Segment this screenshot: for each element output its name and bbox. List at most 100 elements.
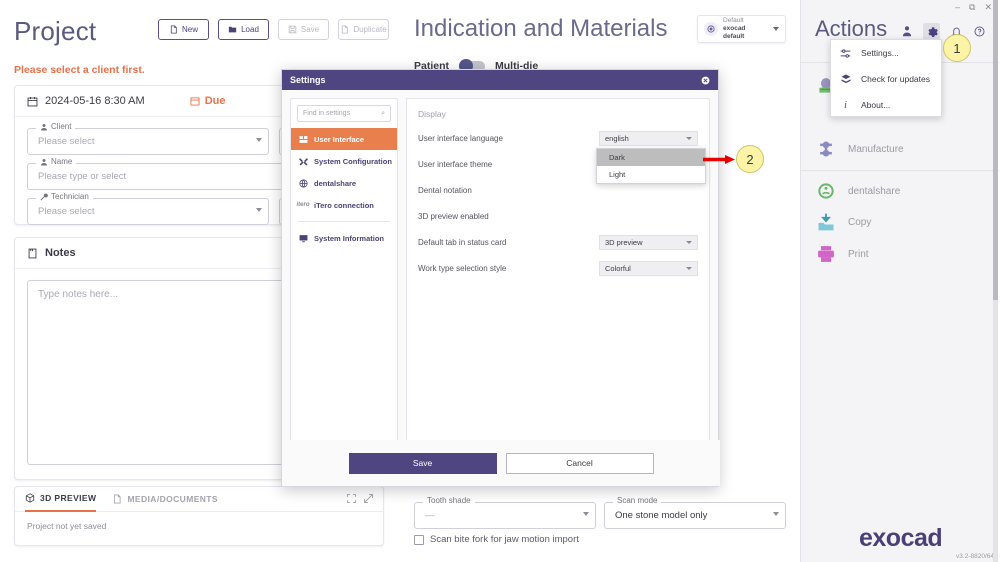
cube-icon xyxy=(25,493,35,503)
settings-nav-divider xyxy=(298,221,390,222)
scan-bite-fork-row[interactable]: Scan bite fork for jaw motion import xyxy=(414,534,579,545)
right-scrollbar[interactable] xyxy=(993,0,998,562)
search-icon: ⌕ xyxy=(381,109,385,117)
annotation-marker-1: 1 xyxy=(943,34,971,62)
settings-search-input[interactable]: Find in settings ⌕ xyxy=(297,105,391,122)
theme-option-light[interactable]: Light xyxy=(597,166,705,183)
preview-card: 3D PREVIEW MEDIA/DOCUMENTS Project not y… xyxy=(14,486,384,546)
settings-nav-user-interface[interactable]: User Interface xyxy=(291,128,397,150)
monitor-icon xyxy=(298,233,308,243)
client-field[interactable]: Client Please select xyxy=(27,122,269,155)
settings-nav-itero-connection[interactable]: itero iTero connection xyxy=(291,194,397,216)
page-title: Project xyxy=(14,16,97,46)
close-icon[interactable]: ✕ xyxy=(984,2,992,13)
default-tab-select-value: 3D preview xyxy=(605,237,643,247)
action-item-label: dentalshare xyxy=(848,185,901,197)
settings-row-label: Work type selection style xyxy=(418,263,507,273)
scan-bite-fork-checkbox[interactable] xyxy=(414,534,424,545)
settings-save-button[interactable]: Save xyxy=(348,452,497,474)
settings-nav-system-configuration[interactable]: System Configuration xyxy=(291,150,397,172)
annotation-arrow xyxy=(703,155,735,164)
menu-item-label: Settings... xyxy=(861,48,899,58)
fit-icon xyxy=(347,494,356,503)
version-label: v3.2-8820/64 xyxy=(956,553,994,560)
settings-nav-label: dentalshare xyxy=(314,178,357,188)
ui-icon xyxy=(298,134,308,144)
settings-section-title: Display xyxy=(418,109,446,119)
close-icon[interactable] xyxy=(700,75,710,85)
action-item-manufacture[interactable]: Manufacture xyxy=(815,138,904,160)
wrench-icon xyxy=(40,192,48,200)
menu-item-check-updates[interactable]: Check for updates xyxy=(831,66,941,92)
minimize-icon[interactable]: – xyxy=(955,2,960,13)
theme-option-dark[interactable]: Dark xyxy=(597,149,705,166)
default-tab-select[interactable]: 3D preview xyxy=(599,234,698,250)
settings-nav-system-information[interactable]: System Information xyxy=(291,227,397,249)
action-item-label: Copy xyxy=(848,216,872,228)
calendar-icon xyxy=(27,96,38,106)
app-window: Project New Load Save Duplicate Please s… xyxy=(0,0,1000,562)
duplicate-button[interactable]: Duplicate xyxy=(338,19,389,40)
work-type-style-select[interactable]: Colorful xyxy=(599,260,698,276)
chevron-down-icon[interactable] xyxy=(583,512,589,516)
gear-icon[interactable] xyxy=(923,22,941,40)
default-preset-selector[interactable]: Default exocad default xyxy=(697,15,786,43)
tab-3d-preview[interactable]: 3D PREVIEW xyxy=(25,487,97,512)
restore-icon[interactable]: ⧉ xyxy=(969,2,975,13)
action-item-dentalshare[interactable]: dentalshare xyxy=(815,180,900,202)
settings-nav: Find in settings ⌕ User Interface System… xyxy=(290,98,398,454)
settings-dialog-body: Find in settings ⌕ User Interface System… xyxy=(282,90,718,462)
new-button[interactable]: New xyxy=(158,19,209,40)
chevron-down-icon[interactable] xyxy=(773,27,779,31)
settings-row-label: User interface language xyxy=(418,133,503,143)
settings-dialog-title: Settings xyxy=(290,75,326,85)
action-item-print[interactable]: Print xyxy=(815,243,869,265)
notes-icon xyxy=(28,248,37,258)
settings-search-placeholder: Find in settings xyxy=(303,110,351,117)
chevron-down-icon xyxy=(686,240,692,244)
settings-nav-label: System Configuration xyxy=(314,156,392,166)
chevron-down-icon xyxy=(686,136,692,140)
chevron-down-icon[interactable] xyxy=(773,512,779,516)
settings-dialog-footer: Save Cancel xyxy=(282,440,720,486)
client-field-legend: Client xyxy=(36,122,76,131)
print-icon xyxy=(815,243,837,265)
dentalshare-icon xyxy=(815,180,837,202)
tooth-shade-legend: Tooth shade xyxy=(423,496,475,505)
language-select[interactable]: english xyxy=(599,130,698,146)
save-button[interactable]: Save xyxy=(278,19,329,40)
itero-icon: itero xyxy=(296,202,310,208)
action-item-label: Print xyxy=(848,248,869,260)
settings-cancel-button[interactable]: Cancel xyxy=(505,452,654,474)
preview-status-text: Project not yet saved xyxy=(27,521,107,531)
tooth-shade-field[interactable]: Tooth shade — xyxy=(414,496,596,529)
menu-item-settings[interactable]: Settings... xyxy=(831,40,941,66)
help-icon[interactable] xyxy=(973,25,986,38)
settings-row-language: User interface language english xyxy=(418,128,698,148)
menu-item-about[interactable]: i About... xyxy=(831,92,941,118)
client-field-value: Please select xyxy=(38,136,95,147)
load-button[interactable]: Load xyxy=(218,19,269,40)
project-toolbar: New Load Save Duplicate xyxy=(158,19,389,40)
menu-item-label: Check for updates xyxy=(861,74,930,84)
settings-nav-label: System Information xyxy=(314,233,385,243)
scan-mode-field[interactable]: Scan mode One stone model only xyxy=(604,496,786,529)
chevron-down-icon[interactable] xyxy=(256,138,262,142)
settings-nav-label: iTero connection xyxy=(314,200,374,210)
right-scrollbar-thumb[interactable] xyxy=(993,0,998,300)
due-label: Due xyxy=(204,95,226,107)
technician-field[interactable]: Technician Please select xyxy=(27,192,269,225)
settings-dialog-titlebar: Settings xyxy=(282,70,718,90)
person-icon xyxy=(41,158,47,165)
manufacture-icon xyxy=(815,138,837,160)
window-controls: – ⧉ ✕ xyxy=(955,2,992,13)
tab-media-documents[interactable]: MEDIA/DOCUMENTS xyxy=(112,487,218,512)
due-chip[interactable]: Due xyxy=(190,95,226,107)
settings-row-label: User interface theme xyxy=(418,159,493,169)
chevron-down-icon[interactable] xyxy=(256,208,262,212)
action-item-copy[interactable]: Copy xyxy=(815,211,871,233)
settings-nav-label: User Interface xyxy=(314,134,365,144)
settings-nav-dentalshare[interactable]: dentalshare xyxy=(291,172,397,194)
person-icon[interactable] xyxy=(900,25,913,38)
scan-mode-legend: Scan mode xyxy=(613,496,662,505)
